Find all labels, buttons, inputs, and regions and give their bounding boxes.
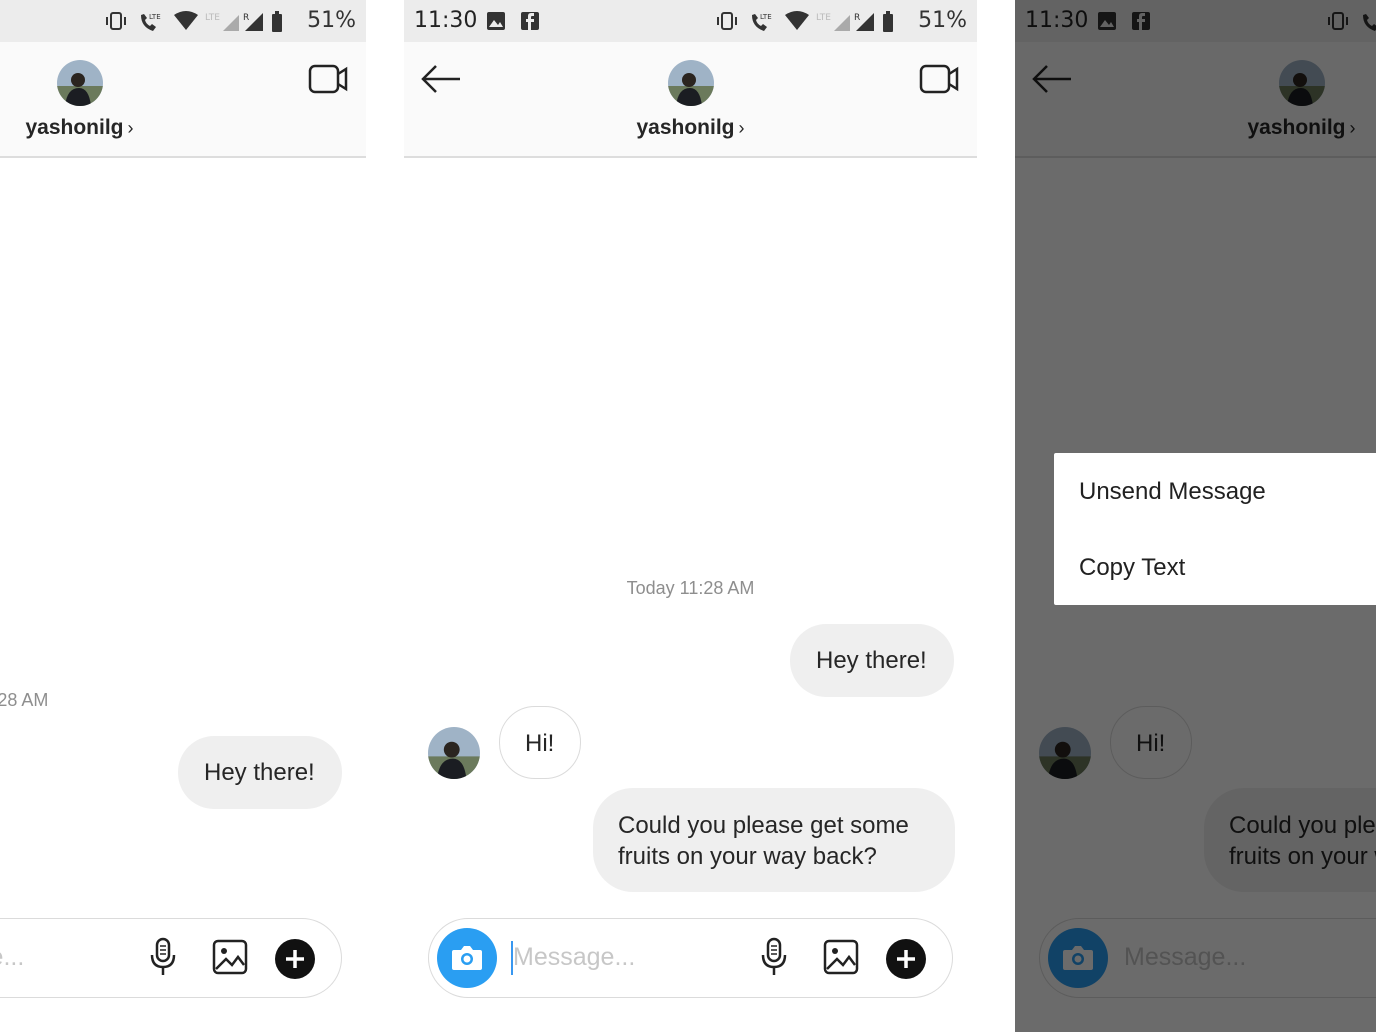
received-message-bubble[interactable]: Hi! — [499, 706, 581, 779]
signal-sim1-icon: LTE — [816, 13, 850, 31]
status-bar: 11:30 LTE LTE R 51% — [404, 0, 977, 42]
avatar[interactable] — [57, 60, 103, 106]
message-composer: Message... — [0, 918, 342, 998]
wifi-icon — [174, 11, 198, 30]
message-line: Could you please get some — [618, 812, 909, 839]
svg-text:R: R — [854, 13, 860, 23]
username-text: yashonilg — [25, 116, 124, 139]
facebook-icon — [521, 12, 539, 30]
add-button[interactable] — [886, 939, 926, 979]
avatar[interactable] — [668, 60, 714, 106]
message-input[interactable]: Message... — [513, 943, 635, 972]
screen-2: 11:30 LTE LTE R 51% yashonilg › Today 11:… — [404, 0, 977, 1032]
vibrate-icon — [106, 12, 126, 30]
battery-percent: 51% — [307, 8, 356, 33]
message-composer: Message... — [428, 918, 953, 998]
sent-message-bubble[interactable]: Could you please get some fruits on your… — [593, 788, 955, 892]
battery-icon — [272, 11, 282, 32]
gallery-icon[interactable] — [823, 939, 859, 975]
chevron-right-icon: › — [738, 118, 745, 138]
video-call-icon[interactable] — [308, 64, 348, 94]
thread-username[interactable]: yashonilg› — [404, 116, 977, 140]
back-arrow-icon[interactable] — [420, 64, 462, 94]
svg-text:LTE: LTE — [149, 13, 161, 21]
signal-sim2-icon: R — [243, 13, 263, 31]
svg-text:LTE: LTE — [760, 13, 772, 21]
signal-sim2-icon: R — [854, 13, 874, 31]
svg-text:LTE: LTE — [205, 13, 220, 23]
screen-3-content: 11:30 yashonilg› Hi! Could you please ge… — [1015, 0, 1376, 1032]
status-bar: LTE LTE R 51% — [0, 0, 366, 42]
message-timestamp: Today 11:28 AM — [626, 578, 755, 598]
message-line: fruits on your way back? — [618, 843, 877, 870]
volte-call-icon: LTE — [752, 13, 772, 31]
sent-message-bubble[interactable]: Hey there! — [790, 624, 954, 697]
wifi-icon — [785, 11, 809, 30]
screen-2-content: 11:30 LTE LTE R 51% yashonilg › Today 11:… — [404, 0, 977, 1032]
screen-1: LTE LTE R 51% yashonilg› Today 11:28 AM … — [0, 0, 366, 1032]
username-text: yashonilg — [636, 116, 735, 139]
gallery-icon[interactable] — [212, 939, 248, 975]
copy-text-option[interactable]: Copy Text — [1079, 554, 1185, 582]
image-notification-icon — [487, 12, 505, 30]
volte-call-icon: LTE — [141, 13, 161, 31]
thread-username[interactable]: yashonilg› — [0, 116, 366, 140]
thread-header: yashonilg› — [404, 42, 977, 158]
camera-button[interactable] — [437, 928, 497, 988]
sent-message-bubble[interactable]: Hey there! — [178, 736, 342, 809]
video-call-icon[interactable] — [919, 64, 959, 94]
plus-icon — [286, 950, 304, 968]
vibrate-icon — [717, 12, 737, 30]
battery-icon — [883, 11, 893, 32]
battery-percent: 51% — [918, 8, 967, 33]
camera-icon — [452, 946, 482, 970]
signal-sim1-icon: LTE — [205, 13, 239, 31]
message-options-menu: Unsend Message Copy Text — [1054, 453, 1376, 605]
sender-avatar[interactable] — [428, 727, 480, 779]
message-timestamp: Today 11:28 AM — [0, 690, 49, 710]
microphone-icon[interactable] — [150, 937, 176, 977]
chevron-right-icon: › — [127, 118, 134, 138]
screen-1-content: LTE LTE R 51% yashonilg› Today 11:28 AM … — [0, 0, 366, 1032]
message-input[interactable]: Message... — [0, 943, 24, 972]
unsend-message-option[interactable]: Unsend Message — [1079, 478, 1266, 506]
add-button[interactable] — [275, 939, 315, 979]
thread-header: yashonilg› — [0, 42, 366, 158]
status-time: 11:30 — [414, 8, 478, 33]
svg-text:R: R — [243, 13, 249, 23]
svg-text:LTE: LTE — [816, 13, 831, 23]
microphone-icon[interactable] — [761, 937, 787, 977]
screen-3: 11:30 yashonilg› Hi! Could you please ge… — [1015, 0, 1376, 1032]
plus-icon — [897, 950, 915, 968]
